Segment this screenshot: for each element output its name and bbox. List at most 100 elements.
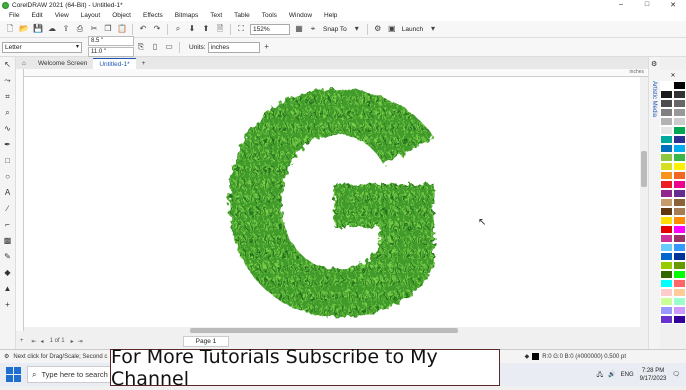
palette-swatch[interactable] <box>660 180 673 189</box>
options-gear-icon[interactable]: ⚙ <box>373 24 383 34</box>
palette-swatch[interactable] <box>673 225 686 234</box>
chevron-down-icon[interactable]: ▾ <box>352 24 362 34</box>
all-pages-icon[interactable]: ⎘ <box>136 42 146 52</box>
cloud-upload-icon[interactable]: ⇪ <box>61 24 71 34</box>
docker-settings-icon[interactable]: ⚙ <box>651 60 657 68</box>
palette-swatch[interactable] <box>660 261 673 270</box>
landscape-icon[interactable]: ▭ <box>164 42 174 52</box>
open-icon[interactable]: 📂 <box>19 24 29 34</box>
maximize-button[interactable]: □ <box>634 1 660 9</box>
print-icon[interactable]: ⎙ <box>75 24 85 34</box>
rectangle-tool-icon[interactable]: □ <box>0 153 15 169</box>
export-pdf-icon[interactable]: 🗎 <box>215 24 225 34</box>
paste-icon[interactable]: 📋 <box>117 24 127 34</box>
clock[interactable]: 7:28 PM 9/17/2023 <box>640 367 667 383</box>
redo-icon[interactable]: ↷ <box>152 24 162 34</box>
undo-icon[interactable]: ↶ <box>138 24 148 34</box>
palette-swatch[interactable] <box>673 261 686 270</box>
palette-swatch[interactable] <box>660 162 673 171</box>
menu-window[interactable]: Window <box>289 12 312 19</box>
prev-page-icon[interactable]: ◂ <box>41 338 44 345</box>
menu-file[interactable]: File <box>9 12 19 19</box>
palette-swatch[interactable] <box>660 108 673 117</box>
add-tool-icon[interactable]: + <box>0 297 15 313</box>
palette-swatch[interactable] <box>660 234 673 243</box>
palette-swatch[interactable] <box>660 81 673 90</box>
export-icon[interactable]: ⬆ <box>201 24 211 34</box>
launch-dropdown[interactable]: Launch <box>402 26 423 33</box>
cloud-icon[interactable]: ☁ <box>47 24 57 34</box>
palette-swatch[interactable] <box>660 279 673 288</box>
minimize-button[interactable]: – <box>608 1 634 9</box>
tab-welcome-screen[interactable]: Welcome Screen <box>32 58 93 69</box>
pick-tool-icon[interactable]: ↖ <box>0 57 15 73</box>
palette-swatch[interactable] <box>660 144 673 153</box>
palette-swatch[interactable] <box>660 153 673 162</box>
taskbar-search-box[interactable]: ⌕ Type here to search <box>27 366 119 383</box>
palette-swatch[interactable] <box>673 315 686 324</box>
page-height-field[interactable]: 11.0 " <box>88 47 134 57</box>
eyedropper-icon[interactable]: ✎ <box>0 249 15 265</box>
palette-swatch[interactable] <box>673 234 686 243</box>
palette-swatch[interactable] <box>673 216 686 225</box>
show-rulers-icon[interactable]: ▦ <box>294 24 304 34</box>
ellipse-tool-icon[interactable]: ○ <box>0 169 15 185</box>
palette-swatch[interactable] <box>673 207 686 216</box>
transparency-tool-icon[interactable]: ▩ <box>0 233 15 249</box>
fill-bucket-icon[interactable]: ◆ <box>525 353 530 360</box>
menu-table[interactable]: Table <box>234 12 250 19</box>
artistic-media-icon[interactable]: ✒ <box>0 137 15 153</box>
horizontal-scroll-thumb[interactable] <box>190 328 458 333</box>
launch-icon[interactable]: ▣ <box>387 24 397 34</box>
units-select[interactable]: inches <box>207 41 260 53</box>
palette-swatch[interactable] <box>660 99 673 108</box>
palette-swatch[interactable] <box>673 189 686 198</box>
palette-swatch[interactable] <box>673 162 686 171</box>
page-width-field[interactable]: 8.5 " <box>88 36 134 46</box>
palette-swatch[interactable] <box>660 297 673 306</box>
network-icon[interactable]: 🖧 <box>596 370 603 380</box>
portrait-icon[interactable]: ▯ <box>150 42 160 52</box>
palette-swatch[interactable] <box>673 279 686 288</box>
page-size-select[interactable]: Letter <box>2 41 82 53</box>
palette-swatch[interactable] <box>660 207 673 216</box>
palette-swatch[interactable] <box>660 189 673 198</box>
start-windows-icon[interactable] <box>4 366 22 384</box>
fill-swatch[interactable] <box>532 353 540 360</box>
chevron-down-icon[interactable]: ▾ <box>428 24 438 34</box>
parallel-dimension-icon[interactable]: ∕ <box>0 201 15 217</box>
first-page-icon[interactable]: ⇤ <box>32 338 37 345</box>
palette-swatch[interactable] <box>673 306 686 315</box>
menu-text[interactable]: Text <box>210 12 222 19</box>
palette-swatch[interactable] <box>673 153 686 162</box>
palette-swatch[interactable] <box>660 198 673 207</box>
cut-icon[interactable]: ✂ <box>89 24 99 34</box>
letter-g-shape[interactable] <box>229 89 434 317</box>
freehand-tool-icon[interactable]: ∿ <box>0 121 15 137</box>
palette-swatch[interactable] <box>673 198 686 207</box>
tab-untitled-1[interactable]: Untitled-1* <box>93 58 136 69</box>
add-tab-button[interactable]: + <box>136 58 152 69</box>
menu-bitmaps[interactable]: Bitmaps <box>175 12 198 19</box>
palette-swatch[interactable] <box>660 90 673 99</box>
language-indicator[interactable]: ENG <box>621 372 634 378</box>
no-color-icon[interactable]: ✕ <box>670 72 675 79</box>
palette-swatch[interactable] <box>660 117 673 126</box>
palette-swatch[interactable] <box>673 108 686 117</box>
palette-swatch[interactable] <box>673 297 686 306</box>
palette-swatch[interactable] <box>660 243 673 252</box>
text-tool-icon[interactable]: A <box>0 185 15 201</box>
palette-swatch[interactable] <box>660 225 673 234</box>
vertical-scroll-thumb[interactable] <box>641 151 647 187</box>
palette-swatch[interactable] <box>673 243 686 252</box>
palette-swatch[interactable] <box>660 270 673 279</box>
vertical-ruler[interactable] <box>16 69 24 331</box>
palette-swatch[interactable] <box>673 135 686 144</box>
fill-tool-icon[interactable]: ◆ <box>0 265 15 281</box>
palette-swatch[interactable] <box>673 126 686 135</box>
nudge-plus-icon[interactable]: + <box>262 42 272 52</box>
menu-tools[interactable]: Tools <box>262 12 277 19</box>
palette-swatch[interactable] <box>660 135 673 144</box>
add-page-icon[interactable]: + <box>20 338 24 344</box>
smart-fill-icon[interactable]: ▲ <box>0 281 15 297</box>
